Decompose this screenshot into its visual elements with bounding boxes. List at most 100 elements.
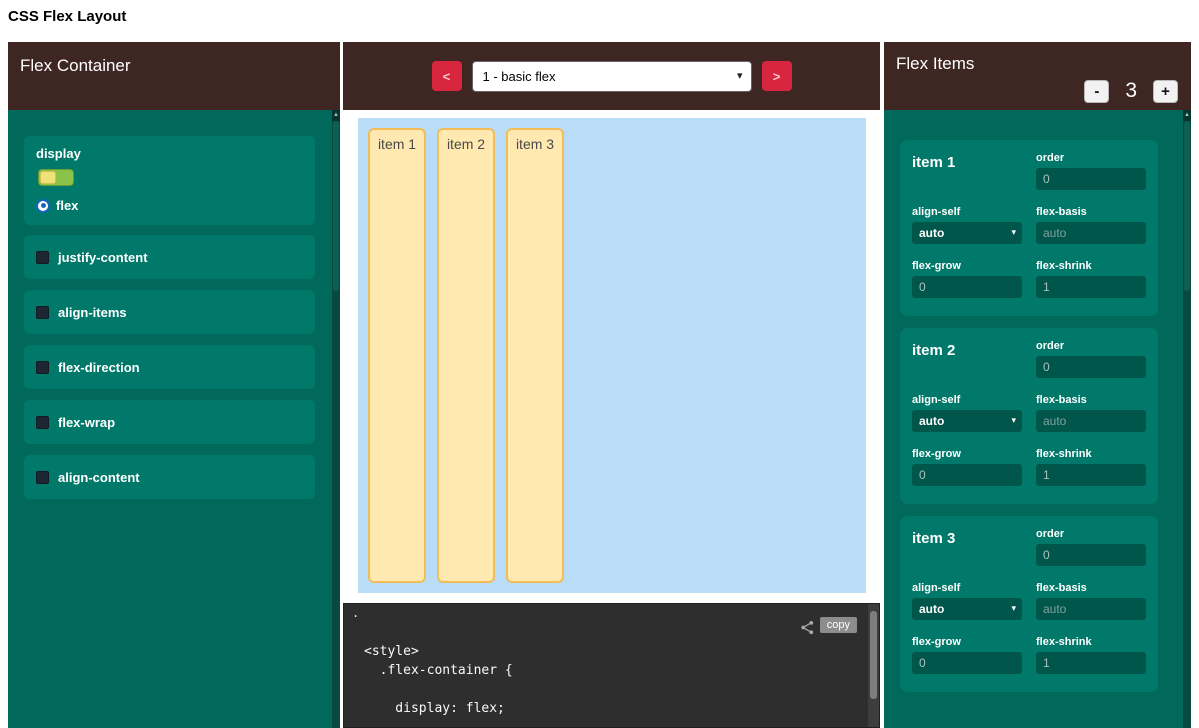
order-label: order xyxy=(1036,528,1146,540)
item-count-controls: - 3 + xyxy=(1084,79,1178,103)
align-self-select[interactable]: auto xyxy=(912,598,1022,620)
item-card-grid: item 3 order align-self auto ▾ xyxy=(912,528,1146,674)
code-line: display: flex; xyxy=(364,699,513,718)
display-label: display xyxy=(36,146,303,161)
remove-item-button[interactable]: - xyxy=(1084,80,1109,103)
flex-shrink-field: flex-shrink xyxy=(1036,260,1146,298)
align-self-select[interactable]: auto xyxy=(912,410,1022,432)
flex-items-body: item 1 order align-self auto ▾ xyxy=(884,110,1191,728)
align-self-select[interactable]: auto xyxy=(912,222,1022,244)
option-label: align-content xyxy=(58,470,140,485)
code-line xyxy=(364,680,513,699)
page-title: CSS Flex Layout xyxy=(8,8,126,25)
flex-radio-label: flex xyxy=(56,198,78,213)
flex-radio-ring xyxy=(38,201,48,211)
copy-button[interactable]: copy xyxy=(820,617,857,633)
flex-item-card-2: item 2 order align-self auto ▾ xyxy=(900,328,1158,504)
flex-basis-input[interactable] xyxy=(1036,222,1146,244)
option-label: justify-content xyxy=(58,250,148,265)
flex-container-header: Flex Container xyxy=(8,42,340,110)
order-input[interactable] xyxy=(1036,168,1146,190)
flex-radio[interactable] xyxy=(36,199,50,213)
left-scrollbar-thumb[interactable] xyxy=(333,121,339,291)
align-self-label: align-self xyxy=(912,394,1022,406)
flex-basis-label: flex-basis xyxy=(1036,206,1146,218)
flex-item-card-3: item 3 order align-self auto ▾ xyxy=(900,516,1158,692)
flex-grow-input[interactable] xyxy=(912,464,1022,486)
flex-grow-label: flex-grow xyxy=(912,260,1022,272)
flex-grow-field: flex-grow xyxy=(912,636,1022,674)
align-self-field: align-self auto ▾ xyxy=(912,206,1022,244)
display-flex-radio-row: flex xyxy=(36,198,303,213)
order-label: order xyxy=(1036,340,1146,352)
option-label: flex-direction xyxy=(58,360,140,375)
share-icon[interactable] xyxy=(800,620,815,635)
option-flex-wrap: flex-wrap xyxy=(24,400,315,444)
option-align-content: align-content xyxy=(24,455,315,499)
flex-wrap-checkbox[interactable] xyxy=(36,416,49,429)
align-self-field: align-self auto ▾ xyxy=(912,582,1022,620)
flex-shrink-input[interactable] xyxy=(1036,276,1146,298)
order-field: order xyxy=(1036,528,1146,566)
align-self-select-wrap: auto ▾ xyxy=(912,410,1022,432)
code-scrollbar[interactable] xyxy=(868,604,879,727)
flex-basis-label: flex-basis xyxy=(1036,394,1146,406)
right-scrollbar[interactable]: ▲ xyxy=(1183,110,1191,728)
flex-shrink-input[interactable] xyxy=(1036,652,1146,674)
flex-shrink-input[interactable] xyxy=(1036,464,1146,486)
flex-item-card-1: item 1 order align-self auto ▾ xyxy=(900,140,1158,316)
example-select-wrap: 1 - basic flex ▾ xyxy=(472,61,752,92)
flex-shrink-field: flex-shrink xyxy=(1036,636,1146,674)
flex-grow-label: flex-grow xyxy=(912,448,1022,460)
prev-example-button[interactable]: < xyxy=(432,61,462,91)
align-items-checkbox[interactable] xyxy=(36,306,49,319)
flex-direction-checkbox[interactable] xyxy=(36,361,49,374)
flex-basis-input[interactable] xyxy=(1036,598,1146,620)
flex-grow-field: flex-grow xyxy=(912,448,1022,486)
scroll-up-icon[interactable]: ▲ xyxy=(332,110,340,121)
code-scrollbar-thumb[interactable] xyxy=(870,611,877,699)
align-self-label: align-self xyxy=(912,582,1022,594)
flex-container-body: display flex justify-content align-items xyxy=(8,110,340,728)
display-toggle[interactable] xyxy=(38,169,74,186)
order-input[interactable] xyxy=(1036,356,1146,378)
display-card: display flex xyxy=(24,136,315,225)
option-label: flex-wrap xyxy=(58,415,115,430)
flex-container-title: Flex Container xyxy=(20,56,131,75)
flex-grow-input[interactable] xyxy=(912,276,1022,298)
flex-grow-label: flex-grow xyxy=(912,636,1022,648)
order-field: order xyxy=(1036,152,1146,190)
preview-item-1: item 1 xyxy=(368,128,426,583)
justify-content-checkbox[interactable] xyxy=(36,251,49,264)
align-self-label: align-self xyxy=(912,206,1022,218)
flex-items-panel: Flex Items - 3 + item 1 order align-self xyxy=(884,42,1191,728)
item-card-grid: item 2 order align-self auto ▾ xyxy=(912,340,1146,486)
flex-shrink-field: flex-shrink xyxy=(1036,448,1146,486)
right-scrollbar-thumb[interactable] xyxy=(1184,121,1190,291)
flex-items-title: Flex Items xyxy=(896,54,974,73)
flex-container-panel: Flex Container display flex justify-cont… xyxy=(8,42,340,728)
preview-item-2: item 2 xyxy=(437,128,495,583)
example-select[interactable]: 1 - basic flex xyxy=(472,61,752,92)
left-scrollbar[interactable]: ▲ xyxy=(332,110,340,728)
align-content-checkbox[interactable] xyxy=(36,471,49,484)
item-title: item 1 xyxy=(912,154,955,171)
flex-shrink-label: flex-shrink xyxy=(1036,260,1146,272)
option-justify-content: justify-content xyxy=(24,235,315,279)
item-title: item 3 xyxy=(912,530,955,547)
flex-basis-input[interactable] xyxy=(1036,410,1146,432)
option-flex-direction: flex-direction xyxy=(24,345,315,389)
preview-body: item 1 item 2 item 3 . copy <style> .fle… xyxy=(343,110,880,728)
add-item-button[interactable]: + xyxy=(1153,80,1178,103)
next-example-button[interactable]: > xyxy=(762,61,792,91)
scroll-up-icon[interactable]: ▲ xyxy=(1183,110,1191,121)
item-title-cell: item 3 xyxy=(912,528,1022,566)
flex-shrink-label: flex-shrink xyxy=(1036,636,1146,648)
item-card-grid: item 1 order align-self auto ▾ xyxy=(912,152,1146,298)
code-dot: . xyxy=(352,606,359,620)
align-self-select-wrap: auto ▾ xyxy=(912,222,1022,244)
flex-grow-input[interactable] xyxy=(912,652,1022,674)
order-label: order xyxy=(1036,152,1146,164)
flex-basis-field: flex-basis xyxy=(1036,582,1146,620)
order-input[interactable] xyxy=(1036,544,1146,566)
